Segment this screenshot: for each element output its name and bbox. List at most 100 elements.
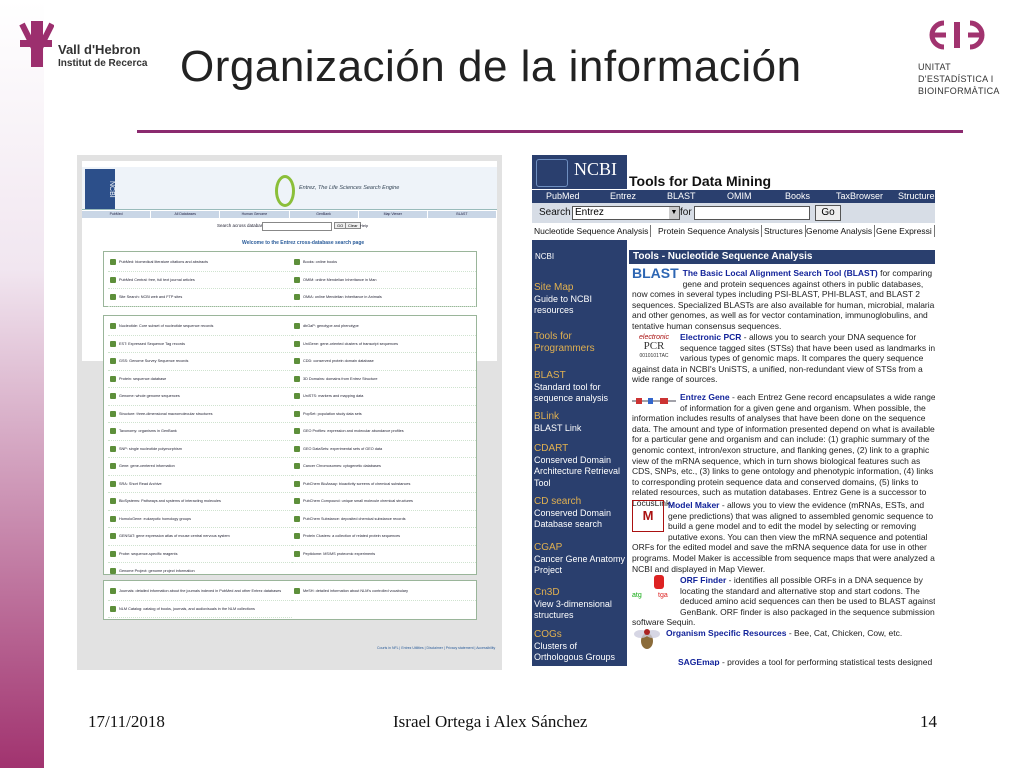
- entrez-db-item[interactable]: Peptidome: MS/MS proteomic experiments: [292, 546, 476, 563]
- go-button[interactable]: Go: [815, 205, 841, 221]
- entrez-db-item[interactable]: PubChem Substance: deposited chemical su…: [292, 511, 476, 528]
- entry-name[interactable]: Electronic PCR: [680, 332, 741, 342]
- entrez-tabs: PubMed All Databases Human Genome GenBan…: [82, 211, 498, 218]
- entrez-tab-blast[interactable]: BLAST: [428, 211, 498, 218]
- entrez-db-item[interactable]: Protein Clusters: a collection of relate…: [292, 528, 476, 546]
- entrez-db-item[interactable]: BioSystems: Pathways and systems of inte…: [108, 493, 292, 511]
- entrez-db-item[interactable]: 3D Domains: domains from Entrez Structur…: [292, 371, 476, 388]
- entrez-db-item[interactable]: PubChem Compound: unique small molecule …: [292, 493, 476, 511]
- sidebar-item-cgap[interactable]: CGAP Cancer Gene Anatomy Project: [534, 542, 626, 577]
- entrez-search-input[interactable]: [262, 222, 332, 231]
- nav-blast[interactable]: BLAST: [667, 190, 696, 203]
- nav-structure[interactable]: Structure: [898, 190, 935, 203]
- nav-books[interactable]: Books: [785, 190, 810, 203]
- entrez-db-item[interactable]: UniSTS: markers and mapping data: [292, 388, 476, 406]
- entrez-db-item[interactable]: Genome Project: genome project informati…: [108, 563, 292, 581]
- entry-name[interactable]: Organism Specific Resources: [666, 628, 786, 638]
- tab-nucleotide-sequence-analysis[interactable]: Nucleotide Sequence Analysis: [532, 225, 652, 237]
- entrez-db-item[interactable]: PubMed: biomedical literature citations …: [108, 254, 292, 272]
- database-icon: [110, 568, 116, 575]
- entrez-db-item[interactable]: MeSH: detailed information about NLM's c…: [292, 583, 476, 601]
- sidebar-item-tools-for-programmers[interactable]: Tools for Programmers: [534, 331, 626, 354]
- chevron-down-icon[interactable]: ▼: [669, 207, 679, 219]
- entry-name[interactable]: Model Maker: [668, 500, 720, 510]
- sidebar-item-blast[interactable]: BLAST Standard tool for sequence analysis: [534, 370, 626, 405]
- sidebar-item-cogs[interactable]: COGs Clusters of Orthologous Groups: [534, 629, 626, 664]
- entrez-tab-genbank[interactable]: GenBank: [290, 211, 359, 218]
- entrez-db-label: CDD: conserved protein domain database: [303, 359, 374, 364]
- entrez-db-item[interactable]: Site Search: NCBI web and FTP sites: [108, 289, 292, 307]
- nav-taxbrowser[interactable]: TaxBrowser: [836, 190, 883, 203]
- database-icon: [110, 393, 116, 400]
- entry-name[interactable]: Entrez Gene: [680, 392, 730, 402]
- entrez-db-item[interactable]: GEO Profiles: expression and molecular a…: [292, 423, 476, 441]
- entrez-db-item[interactable]: HomoloGene: eukaryotic homology groups: [108, 511, 292, 528]
- sidebar-item-cdart[interactable]: CDART Conserved Domain Architecture Retri…: [534, 443, 626, 489]
- entrez-db-label: Taxonomy: organisms in GenBank: [119, 429, 177, 434]
- tab-genome-analysis[interactable]: Genome Analysis: [804, 225, 876, 237]
- slide-title: Organización de la información: [180, 42, 802, 91]
- entry-name[interactable]: The Basic Local Alignment Search Tool (B…: [683, 268, 878, 278]
- entrez-db-label: Nucleotide: Core subset of nucleotide se…: [119, 324, 214, 329]
- search-input[interactable]: [694, 206, 810, 220]
- sidebar-item-site-map[interactable]: Site Map Guide to NCBI resources: [534, 282, 626, 317]
- entrez-db-item[interactable]: SNP: single nucleotide polymorphism: [108, 441, 292, 458]
- entrez-db-item[interactable]: PubChem BioAssay: bioactivity screens of…: [292, 476, 476, 493]
- entrez-clear-button[interactable]: Clear: [345, 222, 361, 229]
- database-icon: [110, 410, 116, 417]
- entrez-db-item[interactable]: Probe: sequence-specific reagents: [108, 546, 292, 563]
- entrez-db-item[interactable]: dbGaP: genotype and phenotype: [292, 318, 476, 336]
- sidebar-item-blink[interactable]: BLink BLAST Link: [534, 411, 626, 434]
- entry-name[interactable]: SAGEmap: [678, 657, 720, 666]
- tools-tabs: Nucleotide Sequence Analysis Protein Seq…: [532, 225, 935, 237]
- entrez-db-item[interactable]: SRA: Short Read Archive: [108, 476, 292, 493]
- entrez-db-item[interactable]: Protein: sequence database: [108, 371, 292, 388]
- entrez-db-item[interactable]: OMIM: online Mendelian Inheritance in Ma…: [292, 272, 476, 289]
- entrez-tab-map-viewer[interactable]: Map Viewer: [359, 211, 428, 218]
- entrez-db-item[interactable]: PopSet: population study data sets: [292, 406, 476, 423]
- entrez-db-item[interactable]: EST: Expressed Sequence Tag records: [108, 336, 292, 353]
- entrez-db-item[interactable]: CDD: conserved protein domain database: [292, 353, 476, 371]
- entrez-db-label: Genome Project: genome project informati…: [119, 569, 195, 574]
- entrez-tab-pubmed[interactable]: PubMed: [82, 211, 152, 218]
- entrez-db-item[interactable]: Books: online books: [292, 254, 476, 272]
- entry-name[interactable]: ORF Finder: [680, 575, 726, 585]
- entrez-footer-links[interactable]: Courts in NFL | Entrez Utilities | Discl…: [377, 646, 495, 650]
- entrez-db-item[interactable]: NLM Catalog: catalog of books, journals,…: [108, 601, 292, 618]
- tab-structures[interactable]: Structures: [762, 225, 806, 237]
- entrez-db-item[interactable]: GENSAT: gene expression atlas of mouse c…: [108, 528, 292, 546]
- entrez-db-item[interactable]: Structure: three-dimensional macromolecu…: [108, 406, 292, 423]
- database-icon: [294, 340, 300, 347]
- sidebar-item-cd-search[interactable]: CD search Conserved Domain Database searc…: [534, 496, 626, 531]
- entry-text: - allows you to view the evidence (mRNAs…: [632, 500, 935, 574]
- entry-text: - each Entrez Gene record encapsulates a…: [632, 392, 935, 508]
- entrez-help-link[interactable]: Help: [360, 223, 368, 228]
- entrez-db-item[interactable]: UniGene: gene-oriented clusters of trans…: [292, 336, 476, 353]
- entrez-db-item[interactable]: Nucleotide: Core subset of nucleotide se…: [108, 318, 292, 336]
- entrez-db-item[interactable]: Gene: gene-centered information: [108, 458, 292, 476]
- entrez-db-label: GENSAT: gene expression atlas of mouse c…: [119, 534, 230, 539]
- sidebar-item-cn3d[interactable]: Cn3D View 3-dimensional structures: [534, 587, 626, 622]
- entrez-db-label: GSS: Genome Survey Sequence records: [119, 359, 189, 364]
- entrez-db-item[interactable]: Genome: whole genome sequences: [108, 388, 292, 406]
- database-icon: [110, 498, 116, 505]
- entrez-db-item[interactable]: Cancer Chromosomes: cytogenetic database…: [292, 458, 476, 476]
- tab-protein-sequence-analysis[interactable]: Protein Sequence Analysis: [656, 225, 763, 237]
- entry-text: - allows you to search your DNA sequence…: [632, 332, 935, 385]
- section-heading: Tools - Nucleotide Sequence Analysis: [629, 250, 935, 264]
- nav-omim[interactable]: OMIM: [727, 190, 752, 203]
- nav-entrez[interactable]: Entrez: [610, 190, 636, 203]
- entrez-tab-human-genome[interactable]: Human Genome: [220, 211, 290, 218]
- entrez-tab-all-databases[interactable]: All Databases: [151, 211, 221, 218]
- entrez-db-item[interactable]: GSS: Genome Survey Sequence records: [108, 353, 292, 371]
- entrez-db-item[interactable]: Taxonomy: organisms in GenBank: [108, 423, 292, 441]
- tab-gene-expression[interactable]: Gene Expressi: [874, 225, 935, 237]
- entrez-db-item[interactable]: PubMed Central: free, full text journal …: [108, 272, 292, 289]
- entrez-db-item[interactable]: Journals: detailed information about the…: [108, 583, 292, 601]
- nav-pubmed[interactable]: PubMed: [546, 190, 580, 203]
- search-database-select[interactable]: Entrez ▼: [572, 206, 680, 220]
- entrez-db-item[interactable]: GEO DataSets: experimental sets of GEO d…: [292, 441, 476, 458]
- entrez-db-label: OMIA: online Mendelian Inheritance in An…: [303, 295, 382, 300]
- entrez-db-item[interactable]: OMIA: online Mendelian Inheritance in An…: [292, 289, 476, 307]
- sidebar-head: CDART: [534, 443, 569, 454]
